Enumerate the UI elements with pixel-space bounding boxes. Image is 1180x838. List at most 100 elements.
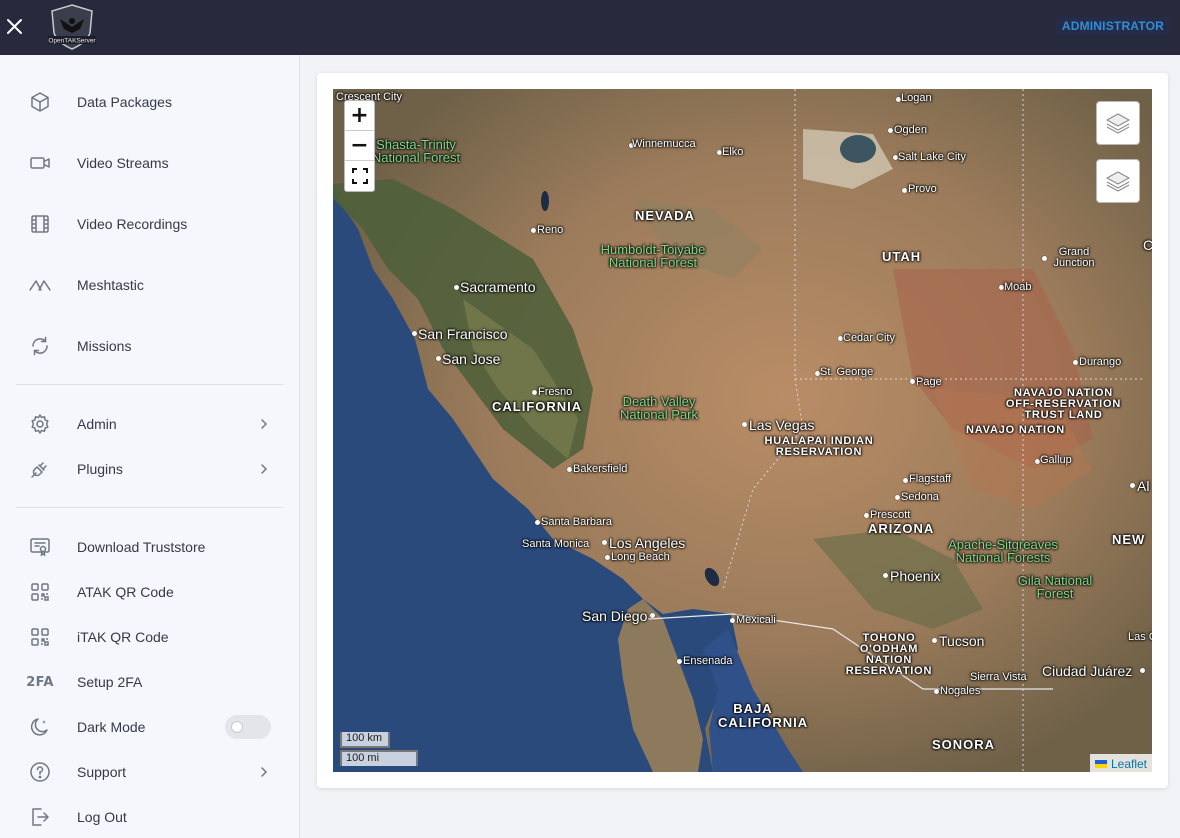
sidebar-item-data-packages[interactable]: Data Packages [0, 82, 299, 122]
map-label: NEW [1112, 532, 1146, 547]
city-dot [1140, 668, 1145, 673]
map-label: Logan [901, 92, 932, 104]
map-label: Durango [1079, 356, 1122, 368]
map-label: Elko [722, 146, 744, 158]
sidebar-item-label: Plugins [77, 461, 123, 477]
refresh-icon [28, 334, 52, 358]
city-dot [454, 285, 459, 290]
city-dot [677, 659, 682, 664]
sidebar-item-label: Log Out [77, 809, 127, 825]
sidebar-item-video-streams[interactable]: Video Streams [0, 143, 299, 183]
city-dot [436, 356, 441, 361]
sidebar-item-label: Setup 2FA [77, 674, 143, 690]
map-label: Nogales [940, 685, 981, 697]
top-header: OpenTAKServer ADMINISTRATOR [0, 0, 1180, 55]
qr-code-icon [28, 625, 52, 649]
certificate-icon [28, 535, 52, 559]
sidebar-item-label: Dark Mode [77, 719, 146, 735]
box-icon [28, 90, 52, 114]
sidebar-item-plugins[interactable]: Plugins [0, 449, 299, 489]
map-label: Sacramento [460, 279, 536, 295]
map-label: Prescott [870, 509, 911, 521]
meshtastic-icon [28, 273, 52, 297]
map-label: Las Vegas [749, 417, 815, 433]
city-dot [532, 390, 537, 395]
gear-icon [28, 412, 52, 436]
help-icon [28, 760, 52, 784]
city-dot [934, 689, 939, 694]
dark-mode-toggle[interactable] [225, 715, 271, 739]
sidebar-item-support[interactable]: Support [0, 752, 299, 792]
overlays-button[interactable] [1096, 159, 1140, 203]
map-label: HUALAPAI INDIAN RESERVATION [764, 435, 874, 458]
sidebar-item-atak-qr-code[interactable]: ATAK QR Code [0, 572, 299, 612]
attribution-label: Leaflet [1110, 757, 1147, 771]
map-label: UTAH [882, 249, 922, 264]
zoom-out-button[interactable]: − [345, 131, 374, 161]
scale-km: 100 km [340, 732, 390, 748]
map-label: Death Valley National Park [619, 394, 699, 422]
sidebar: Data Packages Video Streams Video Record… [0, 55, 300, 838]
map-label: SONORA [932, 737, 996, 752]
city-dot [932, 638, 937, 643]
map-label: NEVADA [635, 208, 695, 223]
ukraine-flag-icon [1094, 760, 1107, 768]
map-label: Moab [1004, 281, 1032, 293]
close-icon[interactable] [4, 14, 26, 38]
sidebar-item-dark-mode: Dark Mode [0, 707, 299, 747]
sidebar-item-admin[interactable]: Admin [0, 404, 299, 444]
city-dot [602, 540, 607, 545]
map-label: Phoenix [890, 568, 941, 584]
attribution-link[interactable]: Leaflet [1089, 754, 1152, 772]
chevron-right-icon [257, 462, 271, 476]
opentakserver-logo[interactable]: OpenTAKServer [46, 3, 98, 51]
sidebar-item-label: Video Streams [77, 155, 169, 171]
city-dot [412, 331, 417, 336]
map-label: Cedar City [843, 332, 895, 344]
fullscreen-button[interactable] [345, 161, 374, 191]
sidebar-item-missions[interactable]: Missions [0, 326, 299, 366]
map-label: Provo [908, 183, 937, 195]
map-label: Sierra Vista [970, 671, 1027, 683]
sidebar-item-label: Video Recordings [77, 216, 188, 232]
zoom-in-button[interactable]: + [345, 101, 374, 131]
city-dot [567, 467, 572, 472]
sidebar-item-video-recordings[interactable]: Video Recordings [0, 204, 299, 244]
sidebar-item-log-out[interactable]: Log Out [0, 797, 299, 837]
sidebar-item-meshtastic[interactable]: Meshtastic [0, 265, 299, 305]
map-label: Salt Lake City [898, 151, 966, 163]
city-dot [605, 555, 610, 560]
city-dot [1073, 360, 1078, 365]
city-dot [910, 379, 915, 384]
sidebar-item-setup-2fa[interactable]: 2FA Setup 2FA [0, 662, 299, 702]
map-label: Sedona [901, 491, 939, 503]
city-dot [895, 495, 900, 500]
sidebar-item-itak-qr-code[interactable]: iTAK QR Code [0, 617, 299, 657]
map-label: Las C [1128, 631, 1152, 643]
sidebar-item-label: Data Packages [77, 94, 172, 110]
map-label: Bakersfield [573, 463, 628, 475]
sidebar-divider [16, 384, 283, 385]
city-dot [903, 478, 908, 483]
map-label: San Jose [442, 351, 501, 367]
map-label: Long Beach [611, 551, 670, 563]
chevron-right-icon [257, 765, 271, 779]
scale-mi: 100 mi [340, 750, 418, 766]
layers-button[interactable] [1096, 101, 1140, 145]
map-label: TOHONO O'ODHAM NATION RESERVATION [845, 632, 933, 677]
map-label: NAVAJO NATION [966, 424, 1066, 436]
sidebar-item-label: Meshtastic [77, 277, 144, 293]
satellite-map[interactable]: Crescent City Shasta-Trinity National Fo… [333, 89, 1152, 772]
city-dot [535, 520, 540, 525]
map-label: Mexicali [736, 614, 776, 626]
map-label: CALIFORNIA [492, 399, 583, 414]
map-label: San Francisco [418, 326, 508, 342]
map-label: Flagstaff [909, 473, 951, 485]
2fa-icon: 2FA [26, 674, 54, 690]
fullscreen-icon [351, 168, 368, 184]
map-label: BAJA CALIFORNIA [718, 701, 809, 731]
sidebar-item-download-truststore[interactable]: Download Truststore [0, 527, 299, 567]
zoom-control: + − [344, 100, 375, 192]
map-label: St. George [820, 366, 874, 378]
map-label: Reno [537, 224, 564, 236]
